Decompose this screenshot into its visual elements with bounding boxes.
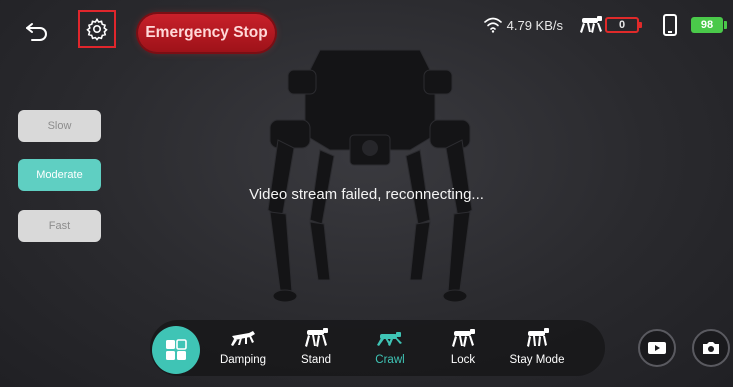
robot-battery: 0 bbox=[605, 17, 642, 33]
phone-battery-level: 98 bbox=[700, 19, 714, 31]
robot-controller-screen: Emergency Stop 4.79 KB/s 0 98 Slow Moder… bbox=[0, 0, 733, 387]
back-button[interactable] bbox=[24, 18, 50, 44]
video-stream-status: Video stream failed, reconnecting... bbox=[249, 186, 484, 203]
mode-crawl-label: Crawl bbox=[375, 354, 405, 366]
settings-button[interactable] bbox=[78, 10, 116, 48]
record-video-button[interactable] bbox=[638, 329, 676, 367]
speed-slow-button[interactable]: Slow bbox=[18, 110, 101, 142]
camera-icon bbox=[703, 342, 719, 354]
grid-menu-icon bbox=[166, 339, 187, 360]
dog-stay-icon bbox=[527, 328, 549, 347]
speed-fast-button[interactable]: Fast bbox=[18, 210, 101, 242]
video-record-icon bbox=[648, 342, 666, 354]
mode-lock-button[interactable]: Lock bbox=[431, 328, 495, 366]
mode-stay-button[interactable]: Stay Mode bbox=[505, 328, 569, 366]
dog-lock-icon bbox=[452, 329, 475, 347]
dog-stand-icon bbox=[305, 328, 328, 347]
robot-dog-video-frame bbox=[267, 49, 473, 303]
phone-battery: 98 bbox=[691, 17, 727, 33]
wifi-icon bbox=[483, 17, 502, 33]
dog-crawl-icon bbox=[377, 332, 402, 346]
mode-lock-label: Lock bbox=[450, 354, 476, 366]
gear-icon bbox=[86, 18, 108, 41]
menu-button[interactable] bbox=[152, 326, 200, 374]
dog-damping-icon bbox=[231, 331, 255, 346]
emergency-stop-button[interactable]: Emergency Stop bbox=[138, 14, 275, 52]
mode-crawl-button[interactable]: Crawl bbox=[358, 328, 422, 366]
back-arrow-icon bbox=[26, 23, 47, 41]
take-photo-button[interactable] bbox=[692, 329, 730, 367]
mode-stand-label: Stand bbox=[300, 354, 332, 366]
robot-battery-level: 0 bbox=[618, 19, 626, 31]
network-speed: 4.79 KB/s bbox=[506, 17, 563, 33]
mode-stand-button[interactable]: Stand bbox=[284, 328, 348, 366]
status-bar: 4.79 KB/s 0 98 bbox=[483, 14, 727, 36]
robot-dog-icon bbox=[580, 16, 602, 33]
mode-stay-label: Stay Mode bbox=[509, 354, 565, 366]
phone-icon bbox=[663, 14, 677, 36]
mode-damping-button[interactable]: Damping bbox=[211, 328, 275, 366]
mode-damping-label: Damping bbox=[219, 354, 267, 366]
